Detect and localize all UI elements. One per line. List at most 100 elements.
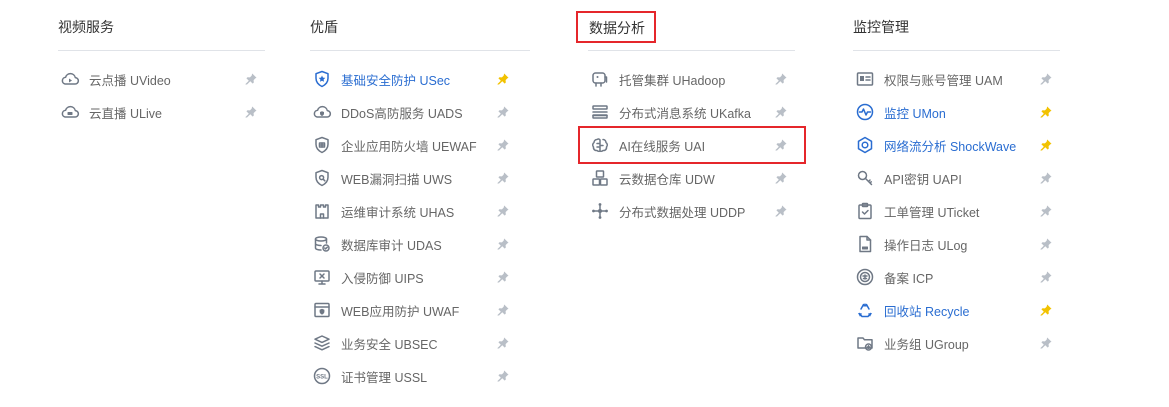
seal-icon	[855, 267, 875, 287]
menu-item-label: 备案 ICP	[884, 271, 934, 286]
menu-item-label: 云点播 UVideo	[89, 73, 171, 88]
log-file-icon	[855, 234, 875, 254]
pin-icon[interactable]	[774, 105, 788, 119]
column-title: 视频服务	[58, 19, 114, 35]
browser-shield-icon	[312, 300, 332, 320]
pin-icon[interactable]	[496, 105, 510, 119]
menu-item-uticket[interactable]: 工单管理 UTicket	[853, 200, 1053, 222]
menu-item-uvideo[interactable]: 云点播 UVideo	[58, 68, 258, 90]
menu-item-label: WEB应用防护 UWAF	[341, 304, 460, 319]
clipboard-icon	[855, 201, 875, 221]
layers-shield-icon	[312, 333, 332, 353]
menu-item-label: 基础安全防护 USec	[341, 73, 451, 88]
menu-item-uam[interactable]: 权限与账号管理 UAM	[853, 68, 1053, 90]
warehouse-icon	[590, 168, 610, 188]
pin-icon[interactable]	[774, 72, 788, 86]
menu-item-label: WEB漏洞扫描 UWS	[341, 172, 453, 187]
network-nodes-icon	[590, 201, 610, 221]
menu-item-label: 数据库审计 UDAS	[341, 238, 442, 253]
message-queue-icon	[590, 102, 610, 122]
menu-item-label: 入侵防御 UIPS	[341, 271, 424, 286]
ssl-icon: SSL	[312, 366, 332, 386]
menu-item-uads[interactable]: DDoS高防服务 UADS	[310, 101, 510, 123]
menu-item-label: 证书管理 USSL	[341, 370, 428, 385]
pin-icon[interactable]	[1039, 303, 1053, 317]
menu-item-ubsec[interactable]: 业务安全 UBSEC	[310, 332, 510, 354]
menu-item-ulive[interactable]: 云直播 ULive	[58, 101, 258, 123]
pin-icon[interactable]	[496, 138, 510, 152]
menu-item-label: 企业应用防火墙 UEWAF	[341, 139, 477, 154]
column-title-highlighted: 数据分析	[576, 11, 656, 43]
pin-icon[interactable]	[774, 171, 788, 185]
menu-item-uwaf[interactable]: WEB应用防护 UWAF	[310, 299, 510, 321]
menu-item-ussl[interactable]: SSL 证书管理 USSL	[310, 365, 510, 387]
menu-item-label: 监控 UMon	[884, 106, 946, 121]
pin-icon[interactable]	[1039, 105, 1053, 119]
cloud-live-icon	[60, 102, 80, 122]
castle-icon	[312, 201, 332, 221]
shield-search-icon	[312, 168, 332, 188]
menu-item-label: 云直播 ULive	[89, 106, 162, 121]
database-check-icon	[312, 234, 332, 254]
divider	[310, 50, 530, 51]
recycle-icon	[855, 300, 875, 320]
menu-item-uhadoop[interactable]: 托管集群 UHadoop	[588, 68, 788, 90]
menu-item-label: 权限与账号管理 UAM	[884, 73, 1003, 88]
pin-icon[interactable]	[496, 270, 510, 284]
menu-item-ukafka[interactable]: 分布式消息系统 UKafka	[588, 101, 788, 123]
column-title: 优盾	[310, 19, 338, 35]
pin-icon[interactable]	[244, 105, 258, 119]
pin-icon[interactable]	[496, 72, 510, 86]
divider	[588, 50, 795, 51]
menu-item-uips[interactable]: 入侵防御 UIPS	[310, 266, 510, 288]
pin-icon[interactable]	[1039, 72, 1053, 86]
menu-item-uhas[interactable]: 运维审计系统 UHAS	[310, 200, 510, 222]
wave-ring-icon	[855, 135, 875, 155]
key-icon	[855, 168, 875, 188]
pin-icon[interactable]	[1039, 237, 1053, 251]
menu-item-ulog[interactable]: 操作日志 ULog	[853, 233, 1053, 255]
menu-item-label: 工单管理 UTicket	[884, 205, 980, 220]
highlight-box-uai	[578, 126, 806, 164]
menu-item-uapi[interactable]: API密钥 UAPI	[853, 167, 1053, 189]
pin-icon[interactable]	[496, 237, 510, 251]
pin-icon[interactable]	[774, 204, 788, 218]
menu-item-shockwave[interactable]: 网络流分析 ShockWave	[853, 134, 1053, 156]
pin-icon[interactable]	[1039, 138, 1053, 152]
shield-star-icon	[312, 69, 332, 89]
menu-item-label: 运维审计系统 UHAS	[341, 205, 455, 220]
folder-group-icon	[855, 333, 875, 353]
menu-item-label: 操作日志 ULog	[884, 238, 968, 253]
menu-item-uddp[interactable]: 分布式数据处理 UDDP	[588, 200, 788, 222]
pin-icon[interactable]	[496, 336, 510, 350]
menu-item-uws[interactable]: WEB漏洞扫描 UWS	[310, 167, 510, 189]
pin-icon[interactable]	[1039, 171, 1053, 185]
svg-text:SSL: SSL	[316, 374, 328, 380]
pin-icon[interactable]	[496, 204, 510, 218]
menu-item-udw[interactable]: 云数据仓库 UDW	[588, 167, 788, 189]
monitor-x-icon	[312, 267, 332, 287]
menu-item-umon[interactable]: 监控 UMon	[853, 101, 1053, 123]
menu-item-uewaf[interactable]: 企业应用防火墙 UEWAF	[310, 134, 510, 156]
shield-wall-icon	[312, 135, 332, 155]
pin-icon[interactable]	[1039, 204, 1053, 218]
pin-icon[interactable]	[496, 369, 510, 383]
menu-item-label: 托管集群 UHadoop	[619, 73, 726, 88]
cloud-shield-icon	[312, 102, 332, 122]
menu-item-label: 分布式数据处理 UDDP	[619, 205, 746, 220]
cloud-play-icon	[60, 69, 80, 89]
menu-item-recycle[interactable]: 回收站 Recycle	[853, 299, 1053, 321]
column-title: 监控管理	[853, 19, 909, 35]
menu-item-label: API密钥 UAPI	[884, 172, 962, 187]
pin-icon[interactable]	[496, 171, 510, 185]
menu-item-usec[interactable]: 基础安全防护 USec	[310, 68, 510, 90]
divider	[58, 50, 265, 51]
pin-icon[interactable]	[1039, 336, 1053, 350]
menu-item-icp[interactable]: 备案 ICP	[853, 266, 1053, 288]
pin-icon[interactable]	[244, 72, 258, 86]
menu-item-label: DDoS高防服务 UADS	[341, 106, 463, 121]
menu-item-ugroup[interactable]: 业务组 UGroup	[853, 332, 1053, 354]
menu-item-udas[interactable]: 数据库审计 UDAS	[310, 233, 510, 255]
pin-icon[interactable]	[1039, 270, 1053, 284]
pin-icon[interactable]	[496, 303, 510, 317]
